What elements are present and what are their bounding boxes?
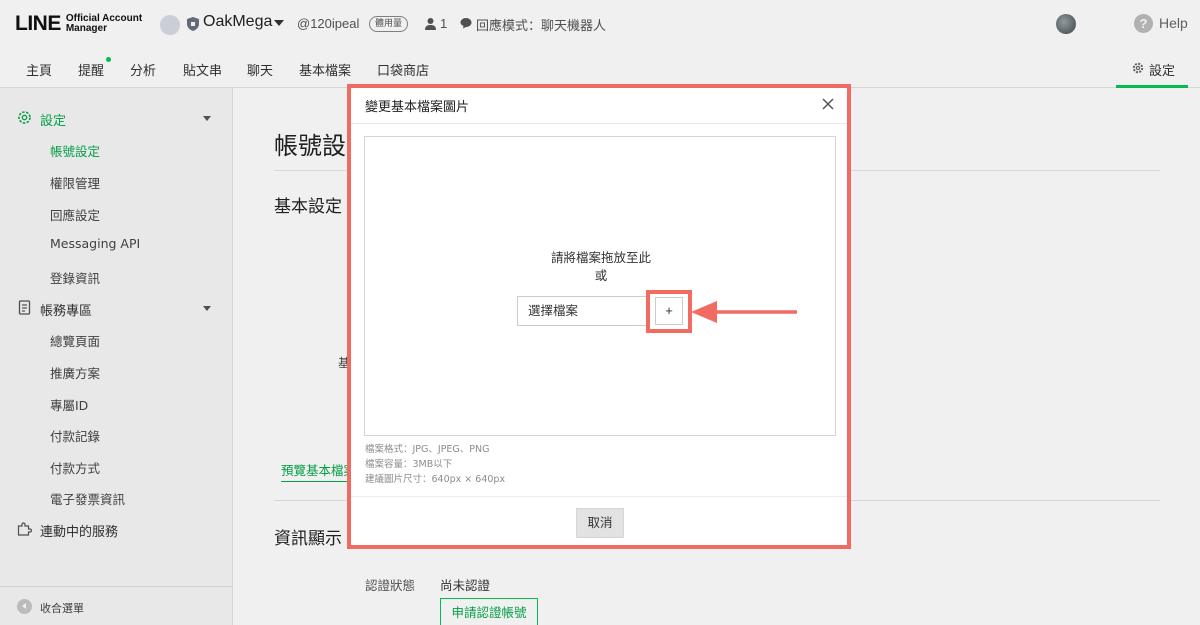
trial-badge: 體用量	[369, 16, 409, 32]
sidebar-item-promotion-plans[interactable]: 推廣方案	[50, 363, 100, 382]
file-format-note: 檔案格式：JPG、JPEG、PNG	[365, 444, 490, 455]
divider	[351, 496, 847, 497]
tab-profile[interactable]: 基本檔案	[299, 60, 351, 79]
cert-status-value: 尚未認證	[440, 578, 491, 593]
sidebar-group-label: 設定	[40, 114, 67, 129]
help-link[interactable]: Help	[1159, 15, 1188, 31]
add-file-button[interactable]: +	[655, 297, 683, 325]
apply-verification-button[interactable]: 申請認證帳號	[440, 598, 538, 625]
arrow-left-icon	[691, 301, 797, 323]
tab-reminders[interactable]: 提醒	[78, 60, 104, 79]
account-name[interactable]: OakMega	[203, 13, 272, 31]
section-title-basic: 基本設定	[274, 197, 342, 217]
collapse-menu-label: 收合選單	[40, 602, 84, 615]
tab-settings[interactable]: 設定	[1116, 48, 1188, 88]
sidebar-group-settings[interactable]: 設定	[0, 106, 233, 130]
sidebar-item-account-settings[interactable]: 帳號設定	[50, 141, 100, 160]
tab-chat[interactable]: 聊天	[247, 60, 273, 79]
account-id: @120ipeal	[297, 16, 360, 31]
divider	[351, 123, 847, 124]
drop-instruction: 請將檔案拖放至此	[550, 250, 651, 265]
cert-status-label: 認證狀態	[365, 578, 416, 593]
collapse-menu-button[interactable]: 收合選單	[0, 586, 232, 625]
shield-icon	[187, 17, 199, 31]
sidebar-item-registration-info[interactable]: 登錄資訊	[50, 268, 100, 287]
page-title: 帳號設	[274, 132, 346, 160]
chevron-down-icon[interactable]	[274, 20, 284, 26]
chevron-down-icon[interactable]	[203, 306, 211, 311]
preview-profile-link[interactable]: 預覽基本檔案	[281, 460, 357, 482]
sidebar-group-billing[interactable]: 帳務專區	[0, 296, 233, 320]
gear-icon	[1132, 62, 1144, 74]
friends-count: 1	[440, 16, 448, 31]
main-nav: 主頁 提醒 分析 貼文串 聊天 基本檔案 口袋商店 設定	[0, 48, 1200, 88]
sidebar-item-payment-methods[interactable]: 付款方式	[50, 458, 100, 477]
sidebar-group-label: 連動中的服務	[40, 525, 119, 540]
logo-main: LINE	[15, 12, 61, 35]
line-logo[interactable]: LINE Official Account Manager	[15, 12, 142, 36]
collapse-left-icon	[17, 599, 32, 614]
section-title-info: 資訊顯示	[274, 529, 342, 549]
chat-bubble-icon	[460, 18, 472, 29]
sidebar-item-payment-history[interactable]: 付款記錄	[50, 426, 100, 445]
tab-settings-label: 設定	[1149, 64, 1176, 79]
tab-pocket-shop[interactable]: 口袋商店	[377, 60, 429, 79]
user-avatar[interactable]	[1056, 14, 1076, 34]
drop-or: 或	[594, 268, 608, 283]
sidebar-item-overview[interactable]: 總覽頁面	[50, 331, 100, 350]
help-icon[interactable]: ?	[1134, 14, 1153, 33]
sidebar-item-messaging-api[interactable]: Messaging API	[50, 236, 140, 251]
sidebar-group-label: 帳務專區	[40, 304, 93, 319]
tab-timeline[interactable]: 貼文串	[183, 60, 222, 79]
choose-file-field[interactable]: 選擇檔案	[517, 296, 647, 326]
gear-icon	[18, 111, 31, 124]
sidebar: 設定 帳號設定 權限管理 回應設定 Messaging API 登錄資訊 帳務專…	[0, 88, 233, 625]
file-size-note: 檔案容量：3MB以下	[365, 459, 453, 470]
document-icon	[18, 300, 31, 315]
friends-icon	[425, 18, 436, 30]
change-profile-image-dialog: 變更基本檔案圖片 請將檔案拖放至此 或 選擇檔案 + 檔案格式：JPG、JPEG…	[351, 88, 847, 545]
logo-sub-line2: Manager	[65, 23, 107, 34]
account-avatar[interactable]	[160, 15, 180, 35]
tab-home[interactable]: 主頁	[26, 60, 52, 79]
tab-analytics[interactable]: 分析	[130, 60, 156, 79]
notification-dot	[106, 57, 111, 62]
chevron-down-icon[interactable]	[203, 116, 211, 121]
sidebar-item-response-settings[interactable]: 回應設定	[50, 205, 100, 224]
sidebar-item-e-invoice[interactable]: 電子發票資訊	[50, 489, 125, 508]
logo-sub: Official Account Manager	[66, 14, 142, 34]
file-dropzone[interactable]: 請將檔案拖放至此 或 選擇檔案 +	[364, 136, 836, 436]
puzzle-icon	[17, 522, 32, 536]
chat-mode-status[interactable]: 回應模式：聊天機器人	[476, 15, 606, 34]
sidebar-item-permissions[interactable]: 權限管理	[50, 173, 100, 192]
top-header: LINE Official Account Manager OakMega @1…	[0, 0, 1200, 48]
sidebar-item-premium-id[interactable]: 專屬ID	[50, 395, 88, 414]
close-icon[interactable]	[820, 96, 836, 112]
sidebar-group-linked-services[interactable]: 連動中的服務	[0, 517, 233, 541]
dialog-title: 變更基本檔案圖片	[365, 100, 470, 115]
image-dimension-note: 建議圖片尺寸：640px × 640px	[365, 474, 506, 485]
cancel-button[interactable]: 取消	[576, 508, 624, 538]
